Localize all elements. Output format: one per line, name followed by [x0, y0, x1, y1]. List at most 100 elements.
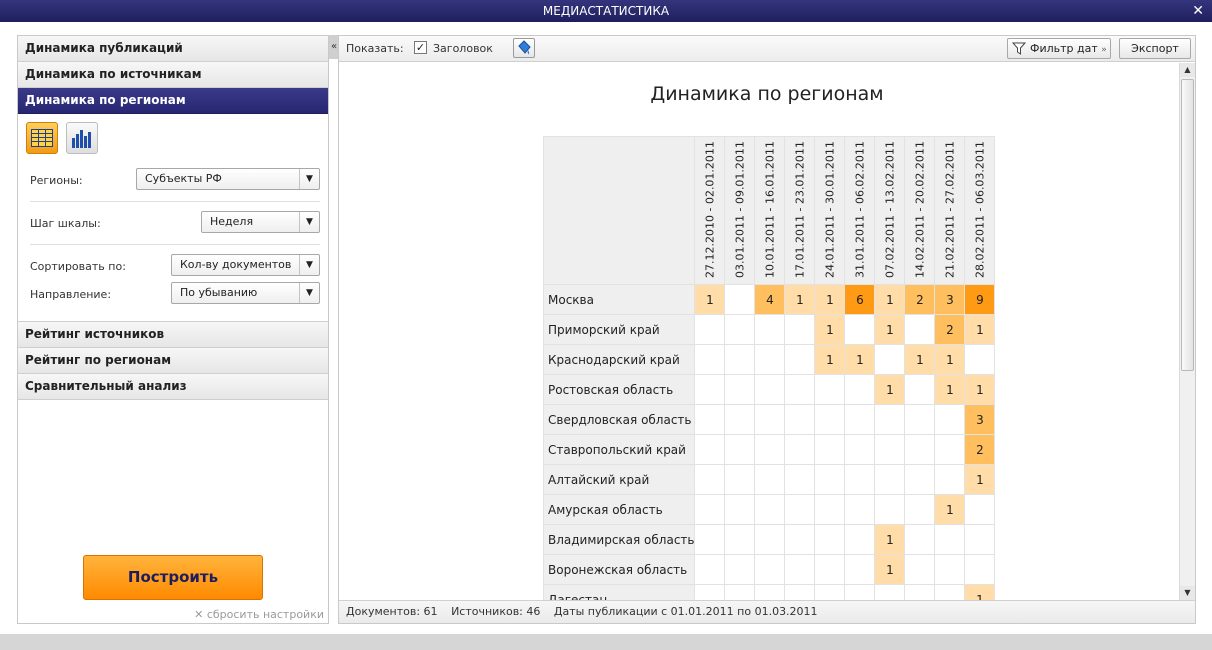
header-checkbox[interactable]: ✓ — [414, 41, 427, 54]
filter-icon — [1012, 42, 1026, 55]
table-cell — [904, 494, 936, 525]
table-cell: 1 — [694, 284, 726, 315]
scroll-thumb[interactable] — [1181, 79, 1194, 371]
reset-settings-link[interactable]: ✕ сбросить настройки — [194, 608, 324, 621]
column-header: 21.02.2011 - 27.02.2011 — [934, 136, 966, 285]
table-view-button[interactable] — [26, 122, 58, 154]
chart-view-button[interactable] — [66, 122, 98, 154]
table-cell — [814, 584, 846, 600]
documents-count: Документов: 61 — [346, 605, 438, 618]
table-cell — [724, 374, 756, 405]
table-cell — [844, 434, 876, 465]
direction-select[interactable]: По убыванию ▼ — [171, 282, 320, 304]
close-icon[interactable]: ✕ — [1192, 0, 1204, 22]
chevron-down-icon: ▼ — [299, 283, 319, 303]
region-name: Приморский край — [542, 314, 696, 345]
vertical-scrollbar[interactable]: ▲ ▼ — [1179, 63, 1195, 600]
table-cell — [934, 524, 966, 555]
sources-count: Источников: 46 — [451, 605, 541, 618]
section-region-rating[interactable]: Рейтинг по регионам — [18, 348, 328, 374]
table-cell — [844, 494, 876, 525]
table-cell — [904, 404, 936, 435]
column-header-label: 27.12.2010 - 02.01.2011 — [703, 141, 717, 278]
checkmark-icon: ✓ — [415, 41, 426, 54]
header-checkbox-label: Заголовок — [433, 42, 493, 55]
date-filter-button[interactable]: Фильтр дат » — [1007, 38, 1111, 59]
close-icon: ✕ — [194, 608, 204, 621]
regions-select[interactable]: Субъекты РФ ▼ — [136, 168, 320, 190]
table-cell — [904, 434, 936, 465]
section-source-rating[interactable]: Рейтинг источников — [18, 322, 328, 348]
divider — [30, 244, 320, 245]
region-name: Амурская область — [542, 494, 696, 525]
table-cell: 2 — [904, 284, 936, 315]
table-cell — [964, 344, 996, 375]
table-cell — [784, 404, 816, 435]
table-cell: 1 — [934, 374, 966, 405]
table-cell — [784, 494, 816, 525]
section-source-dynamics[interactable]: Динамика по источникам — [18, 62, 328, 88]
table-cell: 1 — [874, 314, 906, 345]
table-cell — [964, 554, 996, 585]
table-cell: 2 — [934, 314, 966, 345]
region-dynamics-table: 27.12.2010 - 02.01.2011 03.01.2011 - 09.0… — [542, 136, 996, 600]
table-cell — [694, 374, 726, 405]
table-cell: 1 — [814, 314, 846, 345]
column-header-label: 10.01.2011 - 16.01.2011 — [763, 141, 777, 278]
table-cell: 1 — [934, 494, 966, 525]
sort-select-value: Кол-ву документов — [180, 258, 292, 271]
table-cell — [874, 344, 906, 375]
table-row: Владимирская область 1 — [542, 524, 996, 555]
table-cell — [694, 554, 726, 585]
export-button[interactable]: Экспорт — [1119, 38, 1191, 59]
table-cell: 1 — [874, 554, 906, 585]
table-row: Краснодарский край 1 1 1 1 — [542, 344, 996, 375]
table-row: Дагестан 1 — [542, 584, 996, 600]
step-select[interactable]: Неделя ▼ — [201, 211, 320, 233]
section-comparative-analysis[interactable]: Сравнительный анализ — [18, 374, 328, 400]
table-cell — [844, 464, 876, 495]
table-cell — [934, 404, 966, 435]
region-name: Свердловская область — [542, 404, 696, 435]
section-region-dynamics[interactable]: Динамика по регионам — [18, 88, 328, 114]
sort-label: Сортировать по: — [30, 260, 126, 273]
table-cell — [784, 434, 816, 465]
table-cell — [874, 434, 906, 465]
table-cell — [724, 554, 756, 585]
table-cell: 9 — [964, 284, 996, 315]
scroll-up-icon[interactable]: ▲ — [1180, 63, 1195, 77]
regions-select-value: Субъекты РФ — [145, 172, 222, 185]
table-cell: 1 — [934, 344, 966, 375]
table-cell — [904, 374, 936, 405]
column-header: 07.02.2011 - 13.02.2011 — [874, 136, 906, 285]
table-cell — [814, 524, 846, 555]
color-scheme-button[interactable] — [513, 38, 535, 58]
table-cell — [754, 464, 786, 495]
sort-select[interactable]: Кол-ву документов ▼ — [171, 254, 320, 276]
column-header: 27.12.2010 - 02.01.2011 — [694, 136, 726, 285]
table-cell — [814, 554, 846, 585]
table-cell — [694, 344, 726, 375]
table-cell — [784, 584, 816, 600]
table-row: Воронежская область 1 — [542, 554, 996, 585]
table-cell — [904, 314, 936, 345]
table-cell — [724, 494, 756, 525]
table-cell: 1 — [874, 374, 906, 405]
table-cell — [934, 584, 966, 600]
table-cell — [904, 554, 936, 585]
build-button[interactable]: Построить — [83, 555, 263, 600]
column-header-label: 24.01.2011 - 30.01.2011 — [823, 141, 837, 278]
table-cell: 1 — [814, 344, 846, 375]
table-cell — [814, 374, 846, 405]
table-cell: 4 — [754, 284, 786, 315]
section-publication-dynamics[interactable]: Динамика публикаций — [18, 36, 328, 62]
bar-chart-icon — [72, 130, 91, 148]
table-cell: 1 — [784, 284, 816, 315]
column-header-label: 28.02.2011 - 06.03.2011 — [973, 141, 987, 278]
table-cell — [904, 524, 936, 555]
column-header: 31.01.2011 - 06.02.2011 — [844, 136, 876, 285]
region-name: Ставропольский край — [542, 434, 696, 465]
direction-select-value: По убыванию — [180, 286, 258, 299]
scroll-down-icon[interactable]: ▼ — [1180, 586, 1195, 600]
table-row: Алтайский край 1 — [542, 464, 996, 495]
